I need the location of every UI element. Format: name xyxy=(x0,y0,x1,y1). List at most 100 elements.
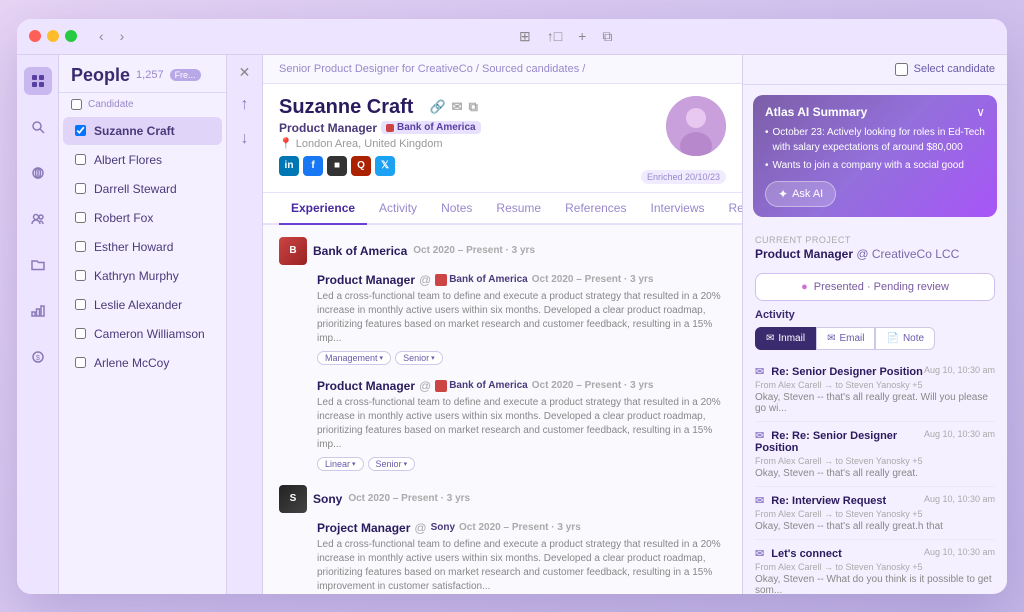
exp-period: Oct 2020 – Present · 3 yrs xyxy=(459,522,581,533)
candidate-checkbox[interactable] xyxy=(75,299,86,310)
candidate-name: Robert Fox xyxy=(94,211,153,225)
activity-item[interactable]: ✉ Re: Senior Designer Position Aug 10, 1… xyxy=(755,358,995,422)
candidate-checkbox[interactable] xyxy=(75,212,86,223)
grid-icon[interactable]: ⊞ xyxy=(519,28,531,45)
add-icon[interactable]: + xyxy=(578,28,586,45)
candidate-checkbox[interactable] xyxy=(75,125,86,136)
people-item[interactable]: Leslie Alexander xyxy=(63,291,222,319)
activity-item[interactable]: ✉ Re: Re: Senior Designer Position Aug 1… xyxy=(755,422,995,487)
tab-activity[interactable]: Activity xyxy=(367,193,429,225)
activity-tab-note[interactable]: 📄 Note xyxy=(875,327,935,350)
exp-tag[interactable]: Senior ▾ xyxy=(395,351,443,365)
candidate-checkbox[interactable] xyxy=(75,357,86,368)
sidebar-item-globe[interactable] xyxy=(24,159,52,187)
activity-item[interactable]: ✉ Let's connect Aug 10, 10:30 am From Al… xyxy=(755,540,995,594)
exp-tag[interactable]: Management ▾ xyxy=(317,351,391,365)
atlas-header: Atlas AI Summary ∨ xyxy=(765,105,985,119)
people-item[interactable]: Cameron Williamson xyxy=(63,320,222,348)
sort-close-button[interactable]: ✕ xyxy=(235,63,255,83)
svg-text:$: $ xyxy=(36,355,40,362)
people-item[interactable]: Kathryn Murphy xyxy=(63,262,222,290)
candidate-checkbox[interactable] xyxy=(75,241,86,252)
github-icon[interactable]: ■ xyxy=(327,156,347,176)
people-item[interactable]: Arlene McCoy xyxy=(63,349,222,377)
sidebar-item-users[interactable] xyxy=(24,205,52,233)
mail-icon: ✉ xyxy=(755,548,764,560)
profile-action-icons: 🔗 ✉ ⧉ xyxy=(429,99,477,115)
ask-ai-label: Ask AI xyxy=(792,188,823,200)
act-from: From Alex Carell → to Steven Yanosky +5 xyxy=(755,456,995,466)
people-item[interactable]: Esther Howard xyxy=(63,233,222,261)
minimize-button[interactable] xyxy=(47,30,59,42)
activity-item[interactable]: ✉ Re: Interview Request Aug 10, 10:30 am… xyxy=(755,487,995,540)
copy-icon[interactable]: ⧉ xyxy=(602,28,612,45)
people-item[interactable]: Suzanne Craft xyxy=(63,117,222,145)
mail-icon: ✉ xyxy=(755,366,764,378)
people-item[interactable]: Albert Flores xyxy=(63,146,222,174)
exp-tag[interactable]: Senior ▾ xyxy=(368,457,416,471)
act-header: ✉ Re: Interview Request Aug 10, 10:30 am xyxy=(755,494,995,507)
icon-sidebar: $ xyxy=(17,55,59,594)
company-badge: Bank of America xyxy=(381,121,481,134)
act-preview: Okay, Steven -- What do you think is it … xyxy=(755,574,995,594)
app-window: ‹ › ⊞ ↑□ + ⧉ xyxy=(17,19,1007,594)
inmail-icon: ✉ xyxy=(766,333,774,344)
presented-label: Presented · Pending review xyxy=(814,281,949,293)
candidate-checkbox[interactable] xyxy=(75,328,86,339)
share-icon[interactable]: ↑□ xyxy=(547,28,562,45)
presented-badge[interactable]: ● Presented · Pending review xyxy=(755,273,995,301)
tab-interviews[interactable]: Interviews xyxy=(638,193,716,225)
candidate-checkbox[interactable] xyxy=(75,154,86,165)
sidebar-item-chart[interactable] xyxy=(24,297,52,325)
exp-spacer xyxy=(279,521,307,594)
sidebar-item-dollar[interactable]: $ xyxy=(24,343,52,371)
activity-tab-email[interactable]: ✉ Email xyxy=(816,327,875,350)
mail-icon[interactable]: ✉ xyxy=(452,99,463,115)
people-item[interactable]: Darrell Steward xyxy=(63,175,222,203)
current-project-role: Product Manager @ CreativeCo LCC xyxy=(755,247,995,261)
act-date: Aug 10, 10:30 am xyxy=(924,547,995,557)
current-project-label: Current project xyxy=(755,235,995,245)
facebook-icon[interactable]: f xyxy=(303,156,323,176)
close-button[interactable] xyxy=(29,30,41,42)
activity-tab-inmail[interactable]: ✉ Inmail xyxy=(755,327,816,350)
exp-company: Sony xyxy=(431,522,455,533)
back-button[interactable]: ‹ xyxy=(95,26,108,46)
tab-references[interactable]: References xyxy=(553,193,638,225)
tab-experience[interactable]: Experience xyxy=(279,193,367,225)
act-preview: Okay, Steven -- that's all really great. xyxy=(755,468,995,479)
maximize-button[interactable] xyxy=(65,30,77,42)
exp-tag[interactable]: Linear ▾ xyxy=(317,457,364,471)
tab-reports[interactable]: Reports xyxy=(717,193,742,225)
candidate-checkbox[interactable] xyxy=(75,183,86,194)
ask-ai-button[interactable]: ✦ Ask AI xyxy=(765,181,836,207)
sort-down-button[interactable]: ↓ xyxy=(233,127,257,151)
sort-up-button[interactable]: ↑ xyxy=(233,93,257,117)
tab-notes[interactable]: Notes xyxy=(429,193,484,225)
candidate-checkbox[interactable] xyxy=(75,270,86,281)
title-bar: ‹ › ⊞ ↑□ + ⧉ xyxy=(17,19,1007,55)
social-icons: in f ■ Q 𝕏 xyxy=(279,156,629,176)
link-icon[interactable]: 🔗 xyxy=(429,99,445,115)
atlas-collapse-button[interactable]: ∨ xyxy=(976,105,985,119)
company-mini-icon xyxy=(435,274,447,286)
sidebar-item-people[interactable] xyxy=(24,67,52,95)
tab-resume[interactable]: Resume xyxy=(484,193,553,225)
quora-icon[interactable]: Q xyxy=(351,156,371,176)
twitter-icon[interactable]: 𝕏 xyxy=(375,156,395,176)
exp-content: Product Manager @ Bank of America Oct 20… xyxy=(317,273,726,365)
people-item[interactable]: Robert Fox xyxy=(63,204,222,232)
copy-icon[interactable]: ⧉ xyxy=(469,99,478,115)
act-subject: ✉ Re: Interview Request xyxy=(755,494,886,507)
select-candidate-checkbox[interactable] xyxy=(895,63,908,76)
select-all-checkbox[interactable] xyxy=(71,99,82,110)
exp-spacer xyxy=(279,379,307,471)
company-section-header: B Bank of America Oct 2020 – Present · 3… xyxy=(279,237,726,265)
sidebar-item-folder[interactable] xyxy=(24,251,52,279)
sidebar-item-search[interactable] xyxy=(24,113,52,141)
forward-button[interactable]: › xyxy=(116,26,129,46)
profile-location: 📍 London Area, United Kingdom xyxy=(279,137,629,150)
linkedin-icon[interactable]: in xyxy=(279,156,299,176)
people-list: Candidate Suzanne Craft Albert Flores Da… xyxy=(59,93,226,594)
act-date: Aug 10, 10:30 am xyxy=(924,494,995,504)
